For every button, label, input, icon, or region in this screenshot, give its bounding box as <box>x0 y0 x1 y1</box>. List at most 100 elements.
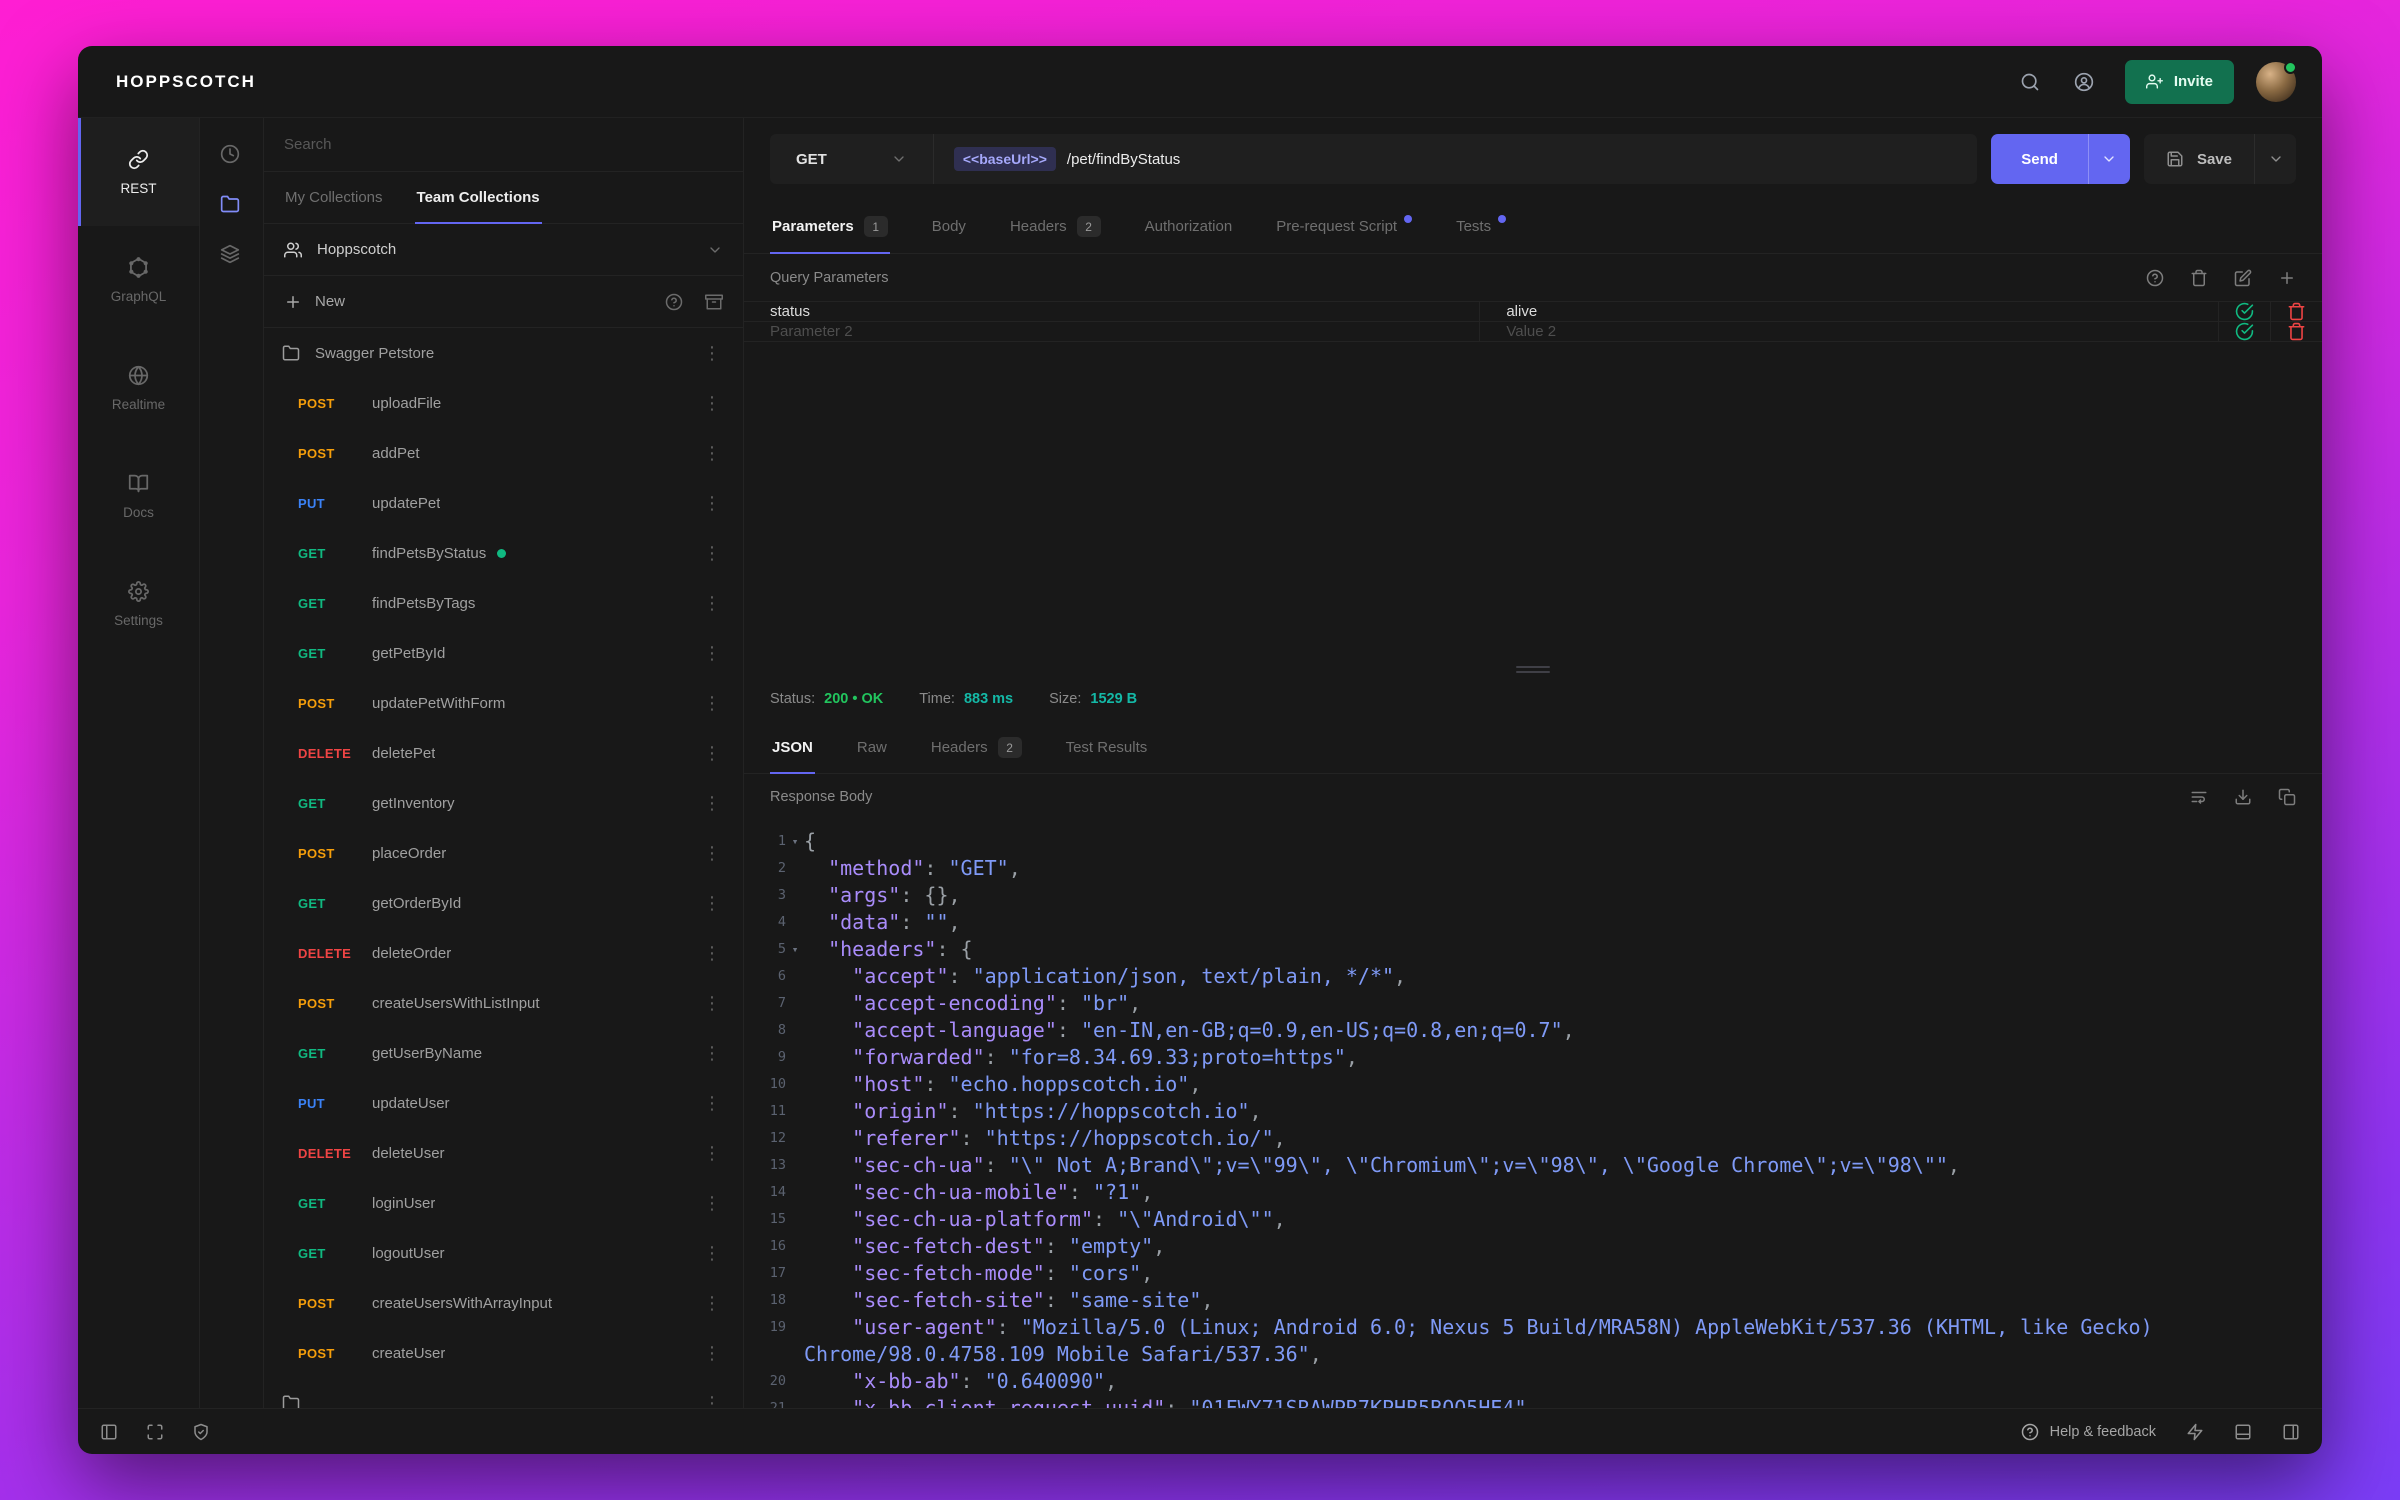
options-kebab-icon[interactable]: ⋮ <box>695 843 729 864</box>
options-kebab-icon[interactable]: ⋮ <box>695 743 729 764</box>
download-icon[interactable] <box>2234 788 2252 806</box>
request-item[interactable]: GET getOrderById ⋮ <box>264 878 743 928</box>
account-icon[interactable] <box>2061 59 2107 105</box>
options-kebab-icon[interactable]: ⋮ <box>695 643 729 664</box>
options-kebab-icon[interactable]: ⋮ <box>695 393 729 414</box>
avatar[interactable] <box>2256 60 2297 102</box>
request-item[interactable]: GET findPetsByStatus ⋮ <box>264 528 743 578</box>
options-kebab-icon[interactable]: ⋮ <box>695 943 729 964</box>
toggle-sidebar-icon[interactable] <box>100 1423 118 1441</box>
nav-item-realtime[interactable]: Realtime <box>78 334 199 442</box>
options-kebab-icon[interactable]: ⋮ <box>695 693 729 714</box>
add-param-icon[interactable] <box>2278 269 2296 287</box>
options-kebab-icon[interactable]: ⋮ <box>695 343 729 364</box>
tab-headers[interactable]: Headers 2 <box>988 200 1123 253</box>
tab-pre-request-script[interactable]: Pre-request Script <box>1254 200 1434 253</box>
wrap-lines-icon[interactable] <box>2190 788 2208 806</box>
options-kebab-icon[interactable]: ⋮ <box>695 593 729 614</box>
fold-arrow-icon[interactable]: ▾ <box>786 936 804 963</box>
collection-folder[interactable]: Swagger Petstore ⋮ <box>264 328 743 378</box>
nav-item-graphql[interactable]: GraphQL <box>78 226 199 334</box>
options-kebab-icon[interactable]: ⋮ <box>695 1293 729 1314</box>
request-item[interactable]: GET getInventory ⋮ <box>264 778 743 828</box>
strip-item-collections[interactable] <box>220 194 244 218</box>
tab-my-collections[interactable]: My Collections <box>268 172 400 223</box>
options-kebab-icon[interactable]: ⋮ <box>695 1393 729 1409</box>
param-key-input[interactable]: Parameter 2 <box>744 322 1479 341</box>
tab-team-collections[interactable]: Team Collections <box>400 172 557 224</box>
options-kebab-icon[interactable]: ⋮ <box>695 993 729 1014</box>
request-item[interactable]: POST createUser ⋮ <box>264 1328 743 1378</box>
shortcuts-zap-icon[interactable] <box>2186 1423 2204 1441</box>
help-icon[interactable] <box>2146 269 2164 287</box>
request-item[interactable]: PUT updatePet ⋮ <box>264 478 743 528</box>
invite-button[interactable]: Invite <box>2124 59 2234 104</box>
strip-item-history[interactable] <box>220 144 244 168</box>
options-kebab-icon[interactable]: ⋮ <box>695 493 729 514</box>
url-input[interactable]: <<baseUrl>> /pet/findByStatus <box>934 147 1977 171</box>
nav-item-docs[interactable]: Docs <box>78 442 199 550</box>
request-item[interactable]: POST addPet ⋮ <box>264 428 743 478</box>
new-collection-button[interactable]: New <box>284 293 345 311</box>
collection-folder[interactable]: ⋮ <box>264 1378 743 1408</box>
save-options-button[interactable] <box>2254 134 2296 184</box>
request-item[interactable]: GET loginUser ⋮ <box>264 1178 743 1228</box>
request-item[interactable]: POST createUsersWithListInput ⋮ <box>264 978 743 1028</box>
nav-item-rest[interactable]: REST <box>78 118 199 226</box>
param-key-input[interactable]: status <box>744 302 1479 321</box>
options-kebab-icon[interactable]: ⋮ <box>695 1043 729 1064</box>
request-item[interactable]: POST uploadFile ⋮ <box>264 378 743 428</box>
param-delete-button[interactable] <box>2270 302 2322 321</box>
tab-tests[interactable]: Tests <box>1434 200 1528 253</box>
team-selector[interactable]: Hoppscotch <box>264 224 743 276</box>
nav-item-settings[interactable]: Settings <box>78 550 199 658</box>
options-kebab-icon[interactable]: ⋮ <box>695 443 729 464</box>
request-item[interactable]: POST createUsersWithArrayInput ⋮ <box>264 1278 743 1328</box>
tab-parameters[interactable]: Parameters 1 <box>750 200 910 254</box>
tab-raw[interactable]: Raw <box>835 722 909 773</box>
tab-json[interactable]: JSON <box>750 722 835 774</box>
panel-bottom-icon[interactable] <box>2234 1423 2252 1441</box>
options-kebab-icon[interactable]: ⋮ <box>695 1193 729 1214</box>
method-selector[interactable]: GET <box>770 134 934 184</box>
archive-icon[interactable] <box>705 293 723 311</box>
expand-icon[interactable] <box>146 1423 164 1441</box>
tab-headers[interactable]: Headers 2 <box>909 722 1044 773</box>
param-value-input[interactable]: Value 2 <box>1479 322 2218 341</box>
request-item[interactable]: DELETE deleteUser ⋮ <box>264 1128 743 1178</box>
request-item[interactable]: POST updatePetWithForm ⋮ <box>264 678 743 728</box>
options-kebab-icon[interactable]: ⋮ <box>695 543 729 564</box>
strip-item-environments[interactable] <box>220 244 244 268</box>
delete-all-icon[interactable] <box>2190 269 2208 287</box>
request-item[interactable]: DELETE deletePet ⋮ <box>264 728 743 778</box>
collections-search-input[interactable]: Search <box>264 118 743 172</box>
search-icon[interactable] <box>2007 59 2053 105</box>
options-kebab-icon[interactable]: ⋮ <box>695 1243 729 1264</box>
request-item[interactable]: PUT updateUser ⋮ <box>264 1078 743 1128</box>
request-item[interactable]: GET findPetsByTags ⋮ <box>264 578 743 628</box>
request-item[interactable]: DELETE deleteOrder ⋮ <box>264 928 743 978</box>
request-item[interactable]: POST placeOrder ⋮ <box>264 828 743 878</box>
tab-authorization[interactable]: Authorization <box>1123 200 1255 253</box>
panel-right-icon[interactable] <box>2282 1423 2300 1441</box>
request-item[interactable]: GET logoutUser ⋮ <box>264 1228 743 1278</box>
send-button[interactable]: Send <box>1991 134 2088 184</box>
options-kebab-icon[interactable]: ⋮ <box>695 1343 729 1364</box>
param-value-input[interactable]: alive <box>1479 302 2218 321</box>
param-enabled-toggle[interactable] <box>2218 302 2270 321</box>
response-body-editor[interactable]: 1 ▾{2 "method": "GET", 3 "args": {}, 4 "dat… <box>744 820 2322 1408</box>
panel-resizer[interactable] <box>744 662 2322 676</box>
options-kebab-icon[interactable]: ⋮ <box>695 1093 729 1114</box>
send-options-button[interactable] <box>2087 134 2130 184</box>
interceptor-shield-icon[interactable] <box>192 1423 210 1441</box>
tab-body[interactable]: Body <box>910 200 988 253</box>
edit-icon[interactable] <box>2234 269 2252 287</box>
param-delete-button[interactable] <box>2270 322 2322 341</box>
fold-arrow-icon[interactable]: ▾ <box>786 828 804 855</box>
copy-icon[interactable] <box>2278 788 2296 806</box>
options-kebab-icon[interactable]: ⋮ <box>695 793 729 814</box>
save-button[interactable]: Save <box>2144 134 2254 184</box>
help-icon[interactable] <box>665 293 683 311</box>
options-kebab-icon[interactable]: ⋮ <box>695 1143 729 1164</box>
help-feedback-button[interactable]: Help & feedback <box>2021 1423 2156 1441</box>
